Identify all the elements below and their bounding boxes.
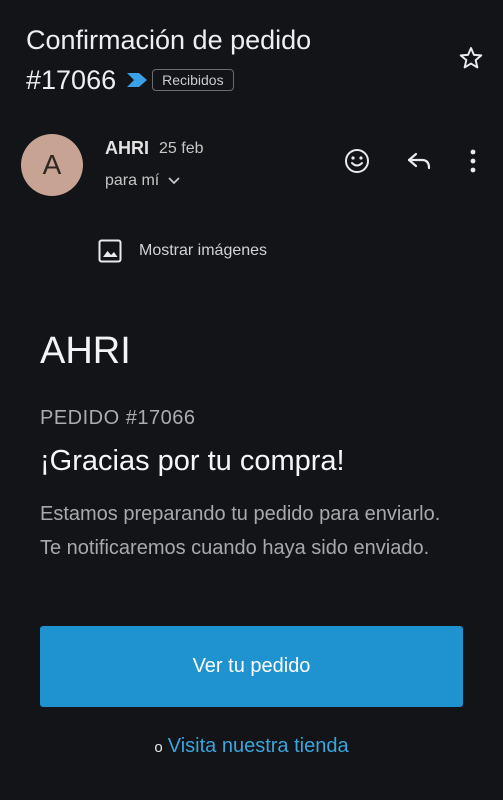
more-vert-icon[interactable] bbox=[460, 146, 486, 176]
star-icon[interactable] bbox=[458, 45, 484, 71]
thanks-heading: ¡Gracias por tu compra! bbox=[40, 445, 345, 477]
subject-line-2: #17066 bbox=[26, 65, 117, 95]
view-order-button[interactable]: Ver tu pedido bbox=[40, 626, 463, 707]
brand-title: AHRI bbox=[40, 330, 131, 372]
email-subject: Confirmación de pedido #17066 Recibidos bbox=[26, 20, 446, 100]
subject-line-2-row: #17066 Recibidos bbox=[26, 60, 446, 100]
label-chip-inbox[interactable]: Recibidos bbox=[152, 69, 234, 91]
chevron-down-icon bbox=[168, 177, 180, 185]
emoji-icon[interactable] bbox=[342, 146, 372, 176]
visit-store-link[interactable]: Visita nuestra tienda bbox=[168, 735, 349, 757]
order-message: Estamos preparando tu pedido para enviar… bbox=[40, 503, 441, 559]
image-icon bbox=[98, 239, 122, 263]
subject-line-1: Confirmación de pedido bbox=[26, 25, 312, 55]
show-images-label: Mostrar imágenes bbox=[139, 242, 268, 259]
show-images-button[interactable]: Mostrar imágenes bbox=[97, 238, 267, 264]
order-number: PEDIDO #17066 bbox=[40, 407, 196, 429]
recipient-label: para mí bbox=[105, 172, 160, 189]
email-date: 25 feb bbox=[159, 140, 204, 157]
avatar[interactable]: A bbox=[21, 134, 83, 196]
importance-marker-icon[interactable] bbox=[126, 72, 148, 88]
sender-name: AHRI bbox=[105, 138, 149, 158]
store-link-row: o Visita nuestra tienda bbox=[0, 735, 503, 758]
reply-icon[interactable] bbox=[404, 146, 434, 176]
or-text: o bbox=[154, 739, 163, 756]
recipient-toggle[interactable]: para mí bbox=[105, 172, 181, 190]
